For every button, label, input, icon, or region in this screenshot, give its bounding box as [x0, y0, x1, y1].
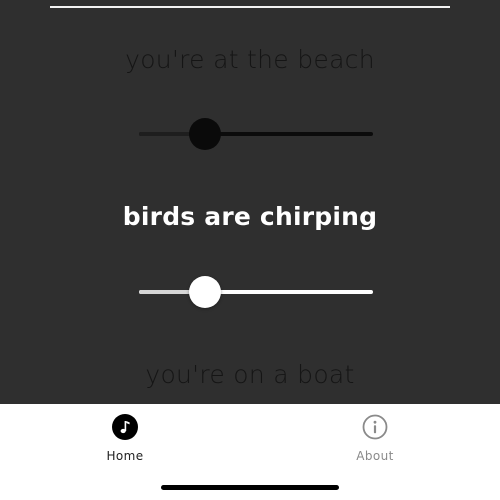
top-divider	[50, 6, 450, 8]
home-indicator[interactable]	[161, 485, 339, 490]
tab-about[interactable]: About	[315, 414, 435, 470]
tab-home[interactable]: Home	[65, 414, 185, 470]
slider-thumb[interactable]	[188, 118, 221, 150]
beach-volume-slider[interactable]	[139, 117, 373, 151]
slider-thumb[interactable]	[188, 276, 221, 308]
tab-home-label: Home	[106, 449, 144, 463]
tab-about-label: About	[356, 449, 394, 463]
birds-volume-slider[interactable]	[139, 275, 373, 309]
sound-label-birds[interactable]: birds are chirping	[0, 202, 500, 231]
sound-label-boat[interactable]: you're on a boat	[0, 360, 500, 389]
info-icon[interactable]	[362, 414, 388, 440]
sound-label-beach[interactable]: you're at the beach	[0, 45, 500, 74]
music-note-icon[interactable]	[112, 414, 138, 440]
app-screen: you're at the beach birds are chirping y…	[0, 0, 500, 500]
